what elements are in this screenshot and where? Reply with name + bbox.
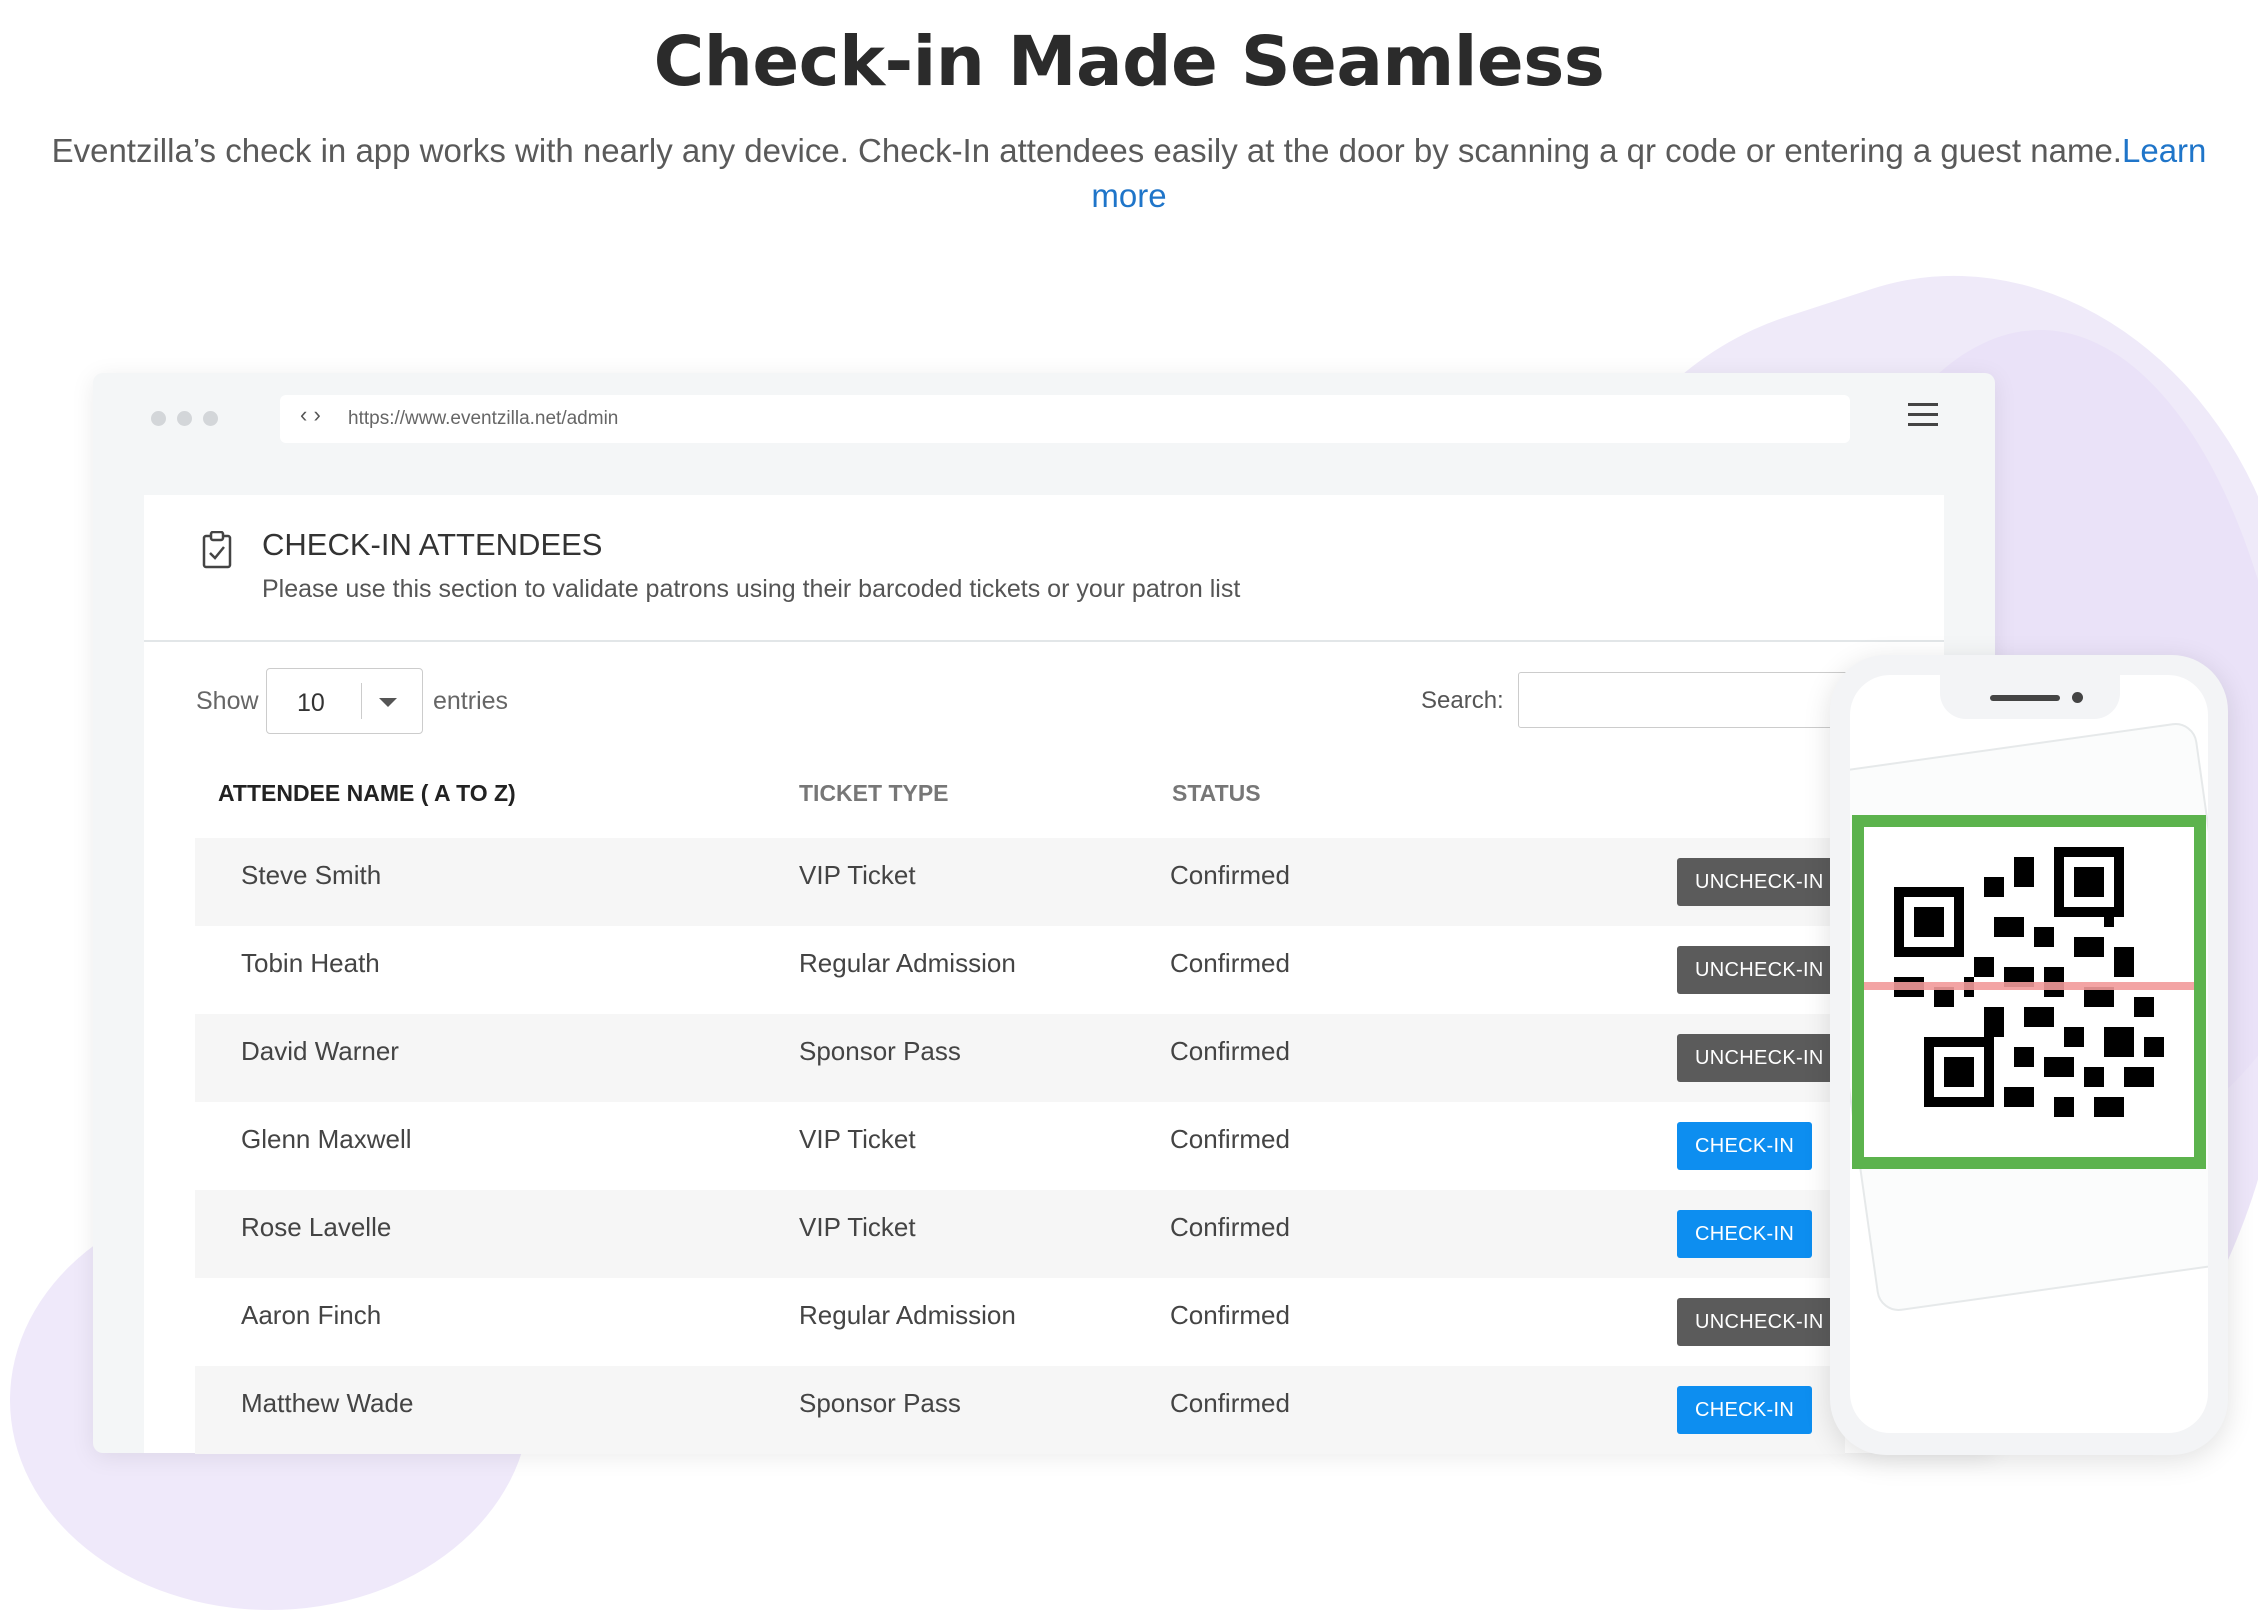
scan-line — [1864, 982, 2194, 990]
attendee-name: Tobin Heath — [241, 948, 380, 978]
table-row: David Warner Sponsor Pass Confirmed UNCHECK… — [195, 1014, 1845, 1102]
window-dot — [151, 411, 166, 426]
uncheck-in-button[interactable]: UNCHECK-IN — [1677, 858, 1842, 906]
hero-subtitle: Eventzilla’s check in app works with nea… — [0, 128, 2258, 218]
address-bar[interactable]: ‹ › https://www.eventzilla.net/admin — [280, 395, 1850, 443]
window-controls — [151, 411, 229, 431]
table-row: Steve Smith VIP Ticket Confirmed UNCHECK-IN — [195, 838, 1845, 926]
ticket-type: VIP Ticket — [799, 1212, 916, 1242]
check-in-button[interactable]: CHECK-IN — [1677, 1386, 1813, 1434]
page-title: Check-in Made Seamless — [653, 22, 1605, 102]
speaker-icon — [1990, 695, 2060, 701]
show-label: Show — [196, 687, 259, 715]
camera-icon — [2072, 692, 2083, 703]
attendee-name: Matthew Wade — [241, 1388, 414, 1418]
check-in-button[interactable]: CHECK-IN — [1677, 1122, 1813, 1170]
status: Confirmed — [1170, 1300, 1290, 1330]
window-dot — [203, 411, 218, 426]
table-row: Tobin Heath Regular Admission Confirmed UNC… — [195, 926, 1845, 1014]
entries-select-value: 10 — [297, 689, 325, 717]
window-dot — [177, 411, 192, 426]
attendee-name: Glenn Maxwell — [241, 1124, 412, 1154]
uncheck-in-button[interactable]: UNCHECK-IN — [1677, 1034, 1842, 1082]
panel-title: CHECK-IN ATTENDEES — [262, 527, 603, 562]
table-row: Glenn Maxwell VIP Ticket Confirmed CHECK-IN — [195, 1102, 1845, 1190]
search-input[interactable] — [1518, 672, 1850, 728]
ticket-type: Sponsor Pass — [799, 1388, 961, 1418]
attendee-name: David Warner — [241, 1036, 399, 1066]
uncheck-in-button[interactable]: UNCHECK-IN — [1677, 946, 1842, 994]
column-header-name[interactable]: ATTENDEE NAME ( A TO Z) — [218, 780, 516, 807]
status: Confirmed — [1170, 860, 1290, 890]
hero-subtitle-text: Eventzilla’s check in app works with nea… — [51, 132, 2122, 169]
url-text: https://www.eventzilla.net/admin — [348, 408, 619, 429]
attendee-name: Rose Lavelle — [241, 1212, 392, 1242]
ticket-type: VIP Ticket — [799, 860, 916, 890]
column-header-ticket-type[interactable]: TICKET TYPE — [799, 780, 949, 807]
column-header-status[interactable]: STATUS — [1172, 780, 1261, 807]
select-divider — [361, 683, 362, 719]
search-label: Search: — [1421, 687, 1504, 714]
qr-code-icon — [1864, 827, 2194, 1157]
hamburger-icon[interactable] — [1908, 403, 1938, 433]
phone-screen — [1850, 675, 2208, 1433]
status: Confirmed — [1170, 1212, 1290, 1242]
entries-select[interactable]: 10 — [266, 668, 423, 734]
table-row: Matthew Wade Sponsor Pass Confirmed CHECK-I… — [195, 1366, 1845, 1454]
ticket-type: Sponsor Pass — [799, 1036, 961, 1066]
ticket-type: Regular Admission — [799, 948, 1016, 978]
check-in-button[interactable]: CHECK-IN — [1677, 1210, 1813, 1258]
phone-mockup — [1830, 655, 2228, 1455]
table-row: Aaron Finch Regular Admission Confirmed UNC… — [195, 1278, 1845, 1366]
attendee-name: Steve Smith — [241, 860, 382, 890]
entries-label: entries — [433, 687, 509, 715]
nav-arrows-icon[interactable]: ‹ › — [300, 402, 321, 428]
phone-notch — [1940, 675, 2120, 719]
status: Confirmed — [1170, 1124, 1290, 1154]
uncheck-in-button[interactable]: UNCHECK-IN — [1677, 1298, 1842, 1346]
chevron-down-icon — [379, 698, 397, 707]
status: Confirmed — [1170, 1388, 1290, 1418]
clipboard-check-icon — [202, 531, 232, 569]
ticket-type: VIP Ticket — [799, 1124, 916, 1154]
status: Confirmed — [1170, 1036, 1290, 1066]
panel-header: CHECK-IN ATTENDEES Please use this secti… — [144, 495, 1944, 642]
panel-description: Please use this section to validate patr… — [262, 575, 1241, 603]
qr-scan-frame — [1852, 815, 2206, 1169]
ticket-type: Regular Admission — [799, 1300, 1016, 1330]
status: Confirmed — [1170, 948, 1290, 978]
attendee-name: Aaron Finch — [241, 1300, 382, 1330]
table-row: Rose Lavelle VIP Ticket Confirmed CHECK-IN — [195, 1190, 1845, 1278]
